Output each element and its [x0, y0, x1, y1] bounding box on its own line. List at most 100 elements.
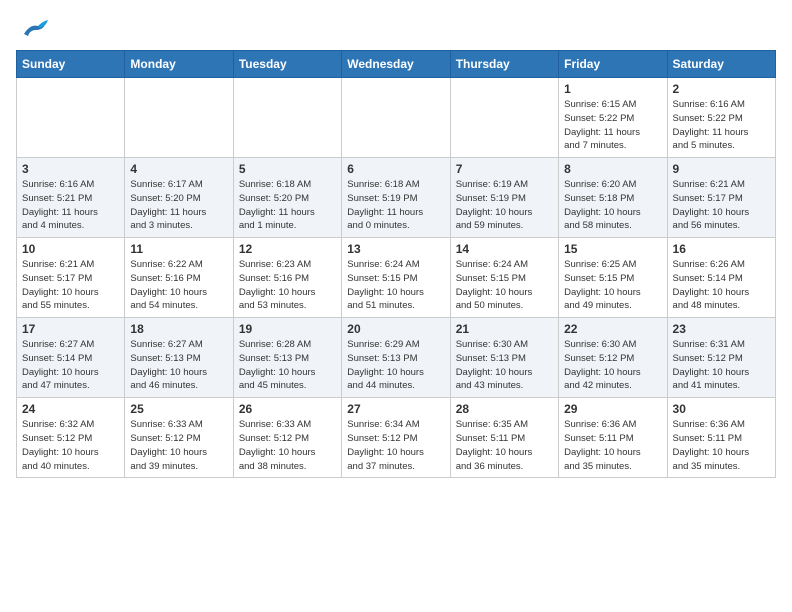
day-number: 5: [239, 162, 336, 176]
day-number: 30: [673, 402, 770, 416]
calendar-day-27: 27 Sunrise: 6:34 AM Sunset: 5:12 PM Dayli…: [342, 398, 450, 478]
weekday-header-thursday: Thursday: [450, 51, 558, 78]
day-info: Sunrise: 6:19 AM Sunset: 5:19 PM Dayligh…: [456, 178, 553, 233]
calendar-day-10: 10 Sunrise: 6:21 AM Sunset: 5:17 PM Dayli…: [17, 238, 125, 318]
day-number: 16: [673, 242, 770, 256]
day-info: Sunrise: 6:16 AM Sunset: 5:21 PM Dayligh…: [22, 178, 119, 233]
day-info: Sunrise: 6:20 AM Sunset: 5:18 PM Dayligh…: [564, 178, 661, 233]
calendar-day-17: 17 Sunrise: 6:27 AM Sunset: 5:14 PM Dayli…: [17, 318, 125, 398]
day-number: 1: [564, 82, 661, 96]
day-info: Sunrise: 6:29 AM Sunset: 5:13 PM Dayligh…: [347, 338, 444, 393]
day-number: 3: [22, 162, 119, 176]
day-info: Sunrise: 6:33 AM Sunset: 5:12 PM Dayligh…: [130, 418, 227, 473]
calendar-day-1: 1 Sunrise: 6:15 AM Sunset: 5:22 PM Daylig…: [559, 78, 667, 158]
logo-bird-icon: [20, 16, 48, 38]
day-info: Sunrise: 6:15 AM Sunset: 5:22 PM Dayligh…: [564, 98, 661, 153]
logo-text: [16, 16, 50, 38]
calendar-day-empty: [125, 78, 233, 158]
weekday-header-monday: Monday: [125, 51, 233, 78]
weekday-header-saturday: Saturday: [667, 51, 775, 78]
day-number: 26: [239, 402, 336, 416]
day-info: Sunrise: 6:26 AM Sunset: 5:14 PM Dayligh…: [673, 258, 770, 313]
calendar-day-26: 26 Sunrise: 6:33 AM Sunset: 5:12 PM Dayli…: [233, 398, 341, 478]
calendar-day-9: 9Sunrise: 6:21 AM Sunset: 5:17 PM Daylig…: [667, 158, 775, 238]
day-number: 15: [564, 242, 661, 256]
calendar-day-30: 30 Sunrise: 6:36 AM Sunset: 5:11 PM Dayli…: [667, 398, 775, 478]
day-info: Sunrise: 6:30 AM Sunset: 5:13 PM Dayligh…: [456, 338, 553, 393]
calendar-table: SundayMondayTuesdayWednesdayThursdayFrid…: [16, 50, 776, 478]
day-number: 20: [347, 322, 444, 336]
day-info: Sunrise: 6:36 AM Sunset: 5:11 PM Dayligh…: [673, 418, 770, 473]
day-number: 2: [673, 82, 770, 96]
day-info: Sunrise: 6:28 AM Sunset: 5:13 PM Dayligh…: [239, 338, 336, 393]
day-number: 21: [456, 322, 553, 336]
header: [16, 16, 776, 38]
day-info: Sunrise: 6:17 AM Sunset: 5:20 PM Dayligh…: [130, 178, 227, 233]
calendar-week-2: 3 Sunrise: 6:16 AM Sunset: 5:21 PM Daylig…: [17, 158, 776, 238]
weekday-header-friday: Friday: [559, 51, 667, 78]
day-info: Sunrise: 6:36 AM Sunset: 5:11 PM Dayligh…: [564, 418, 661, 473]
logo: [16, 16, 50, 38]
calendar-day-16: 16 Sunrise: 6:26 AM Sunset: 5:14 PM Dayli…: [667, 238, 775, 318]
calendar-day-8: 8Sunrise: 6:20 AM Sunset: 5:18 PM Daylig…: [559, 158, 667, 238]
day-info: Sunrise: 6:31 AM Sunset: 5:12 PM Dayligh…: [673, 338, 770, 393]
day-info: Sunrise: 6:24 AM Sunset: 5:15 PM Dayligh…: [456, 258, 553, 313]
day-info: Sunrise: 6:23 AM Sunset: 5:16 PM Dayligh…: [239, 258, 336, 313]
calendar-day-3: 3 Sunrise: 6:16 AM Sunset: 5:21 PM Daylig…: [17, 158, 125, 238]
calendar-day-21: 21 Sunrise: 6:30 AM Sunset: 5:13 PM Dayli…: [450, 318, 558, 398]
calendar-day-18: 18 Sunrise: 6:27 AM Sunset: 5:13 PM Dayli…: [125, 318, 233, 398]
calendar-day-19: 19 Sunrise: 6:28 AM Sunset: 5:13 PM Dayli…: [233, 318, 341, 398]
calendar-week-5: 24 Sunrise: 6:32 AM Sunset: 5:12 PM Dayli…: [17, 398, 776, 478]
day-number: 19: [239, 322, 336, 336]
day-number: 25: [130, 402, 227, 416]
day-number: 28: [456, 402, 553, 416]
day-number: 10: [22, 242, 119, 256]
calendar-day-25: 25 Sunrise: 6:33 AM Sunset: 5:12 PM Dayli…: [125, 398, 233, 478]
day-number: 24: [22, 402, 119, 416]
day-info: Sunrise: 6:18 AM Sunset: 5:20 PM Dayligh…: [239, 178, 336, 233]
day-number: 7: [456, 162, 553, 176]
day-number: 6: [347, 162, 444, 176]
day-info: Sunrise: 6:30 AM Sunset: 5:12 PM Dayligh…: [564, 338, 661, 393]
calendar-week-4: 17 Sunrise: 6:27 AM Sunset: 5:14 PM Dayli…: [17, 318, 776, 398]
calendar-day-12: 12 Sunrise: 6:23 AM Sunset: 5:16 PM Dayli…: [233, 238, 341, 318]
calendar-day-15: 15 Sunrise: 6:25 AM Sunset: 5:15 PM Dayli…: [559, 238, 667, 318]
calendar-day-29: 29 Sunrise: 6:36 AM Sunset: 5:11 PM Dayli…: [559, 398, 667, 478]
day-number: 4: [130, 162, 227, 176]
day-info: Sunrise: 6:24 AM Sunset: 5:15 PM Dayligh…: [347, 258, 444, 313]
day-number: 18: [130, 322, 227, 336]
calendar-day-20: 20 Sunrise: 6:29 AM Sunset: 5:13 PM Dayli…: [342, 318, 450, 398]
day-number: 13: [347, 242, 444, 256]
day-info: Sunrise: 6:22 AM Sunset: 5:16 PM Dayligh…: [130, 258, 227, 313]
calendar-header-row: SundayMondayTuesdayWednesdayThursdayFrid…: [17, 51, 776, 78]
weekday-header-wednesday: Wednesday: [342, 51, 450, 78]
day-number: 11: [130, 242, 227, 256]
calendar-day-4: 4 Sunrise: 6:17 AM Sunset: 5:20 PM Daylig…: [125, 158, 233, 238]
calendar-day-24: 24 Sunrise: 6:32 AM Sunset: 5:12 PM Dayli…: [17, 398, 125, 478]
day-number: 23: [673, 322, 770, 336]
calendar-day-empty: [342, 78, 450, 158]
weekday-header-sunday: Sunday: [17, 51, 125, 78]
day-number: 29: [564, 402, 661, 416]
day-info: Sunrise: 6:32 AM Sunset: 5:12 PM Dayligh…: [22, 418, 119, 473]
day-number: 27: [347, 402, 444, 416]
calendar-day-11: 11 Sunrise: 6:22 AM Sunset: 5:16 PM Dayli…: [125, 238, 233, 318]
day-info: Sunrise: 6:21 AM Sunset: 5:17 PM Dayligh…: [22, 258, 119, 313]
calendar-day-empty: [233, 78, 341, 158]
calendar-week-3: 10 Sunrise: 6:21 AM Sunset: 5:17 PM Dayli…: [17, 238, 776, 318]
day-info: Sunrise: 6:25 AM Sunset: 5:15 PM Dayligh…: [564, 258, 661, 313]
day-number: 17: [22, 322, 119, 336]
day-info: Sunrise: 6:34 AM Sunset: 5:12 PM Dayligh…: [347, 418, 444, 473]
day-number: 12: [239, 242, 336, 256]
day-info: Sunrise: 6:16 AM Sunset: 5:22 PM Dayligh…: [673, 98, 770, 153]
calendar-day-2: 2 Sunrise: 6:16 AM Sunset: 5:22 PM Daylig…: [667, 78, 775, 158]
day-info: Sunrise: 6:27 AM Sunset: 5:14 PM Dayligh…: [22, 338, 119, 393]
day-info: Sunrise: 6:18 AM Sunset: 5:19 PM Dayligh…: [347, 178, 444, 233]
weekday-header-tuesday: Tuesday: [233, 51, 341, 78]
calendar-day-empty: [450, 78, 558, 158]
calendar-day-7: 7 Sunrise: 6:19 AM Sunset: 5:19 PM Daylig…: [450, 158, 558, 238]
day-info: Sunrise: 6:33 AM Sunset: 5:12 PM Dayligh…: [239, 418, 336, 473]
day-info: Sunrise: 6:27 AM Sunset: 5:13 PM Dayligh…: [130, 338, 227, 393]
calendar-day-23: 23 Sunrise: 6:31 AM Sunset: 5:12 PM Dayli…: [667, 318, 775, 398]
calendar-day-13: 13 Sunrise: 6:24 AM Sunset: 5:15 PM Dayli…: [342, 238, 450, 318]
